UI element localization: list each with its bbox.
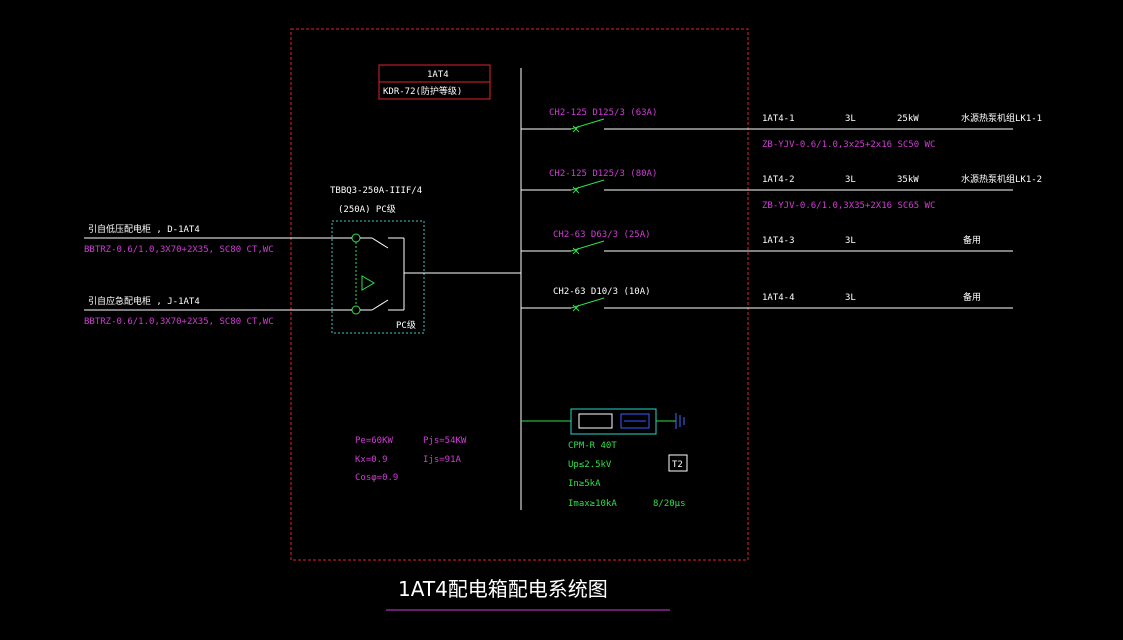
schematic-canvas: 1AT4 KDR-72(防护等级) TBBQ3-250A-IIIF/4 (250… <box>0 0 1123 640</box>
breaker-label: CH2-125 D125/3 (80A) <box>549 169 657 179</box>
circuit-id: 1AT4-1 <box>762 114 795 124</box>
spd-wave: 8/20μs <box>653 499 686 509</box>
breaker-label: CH2-63 D10/3 (10A) <box>553 287 651 297</box>
circuit-power: 35kW <box>897 175 919 185</box>
panel-model: KDR-72(防护等级) <box>383 85 462 97</box>
circuit-load: 备用 <box>963 291 981 303</box>
spd-up: Up≤2.5kV <box>568 460 612 470</box>
incoming-cable: BBTRZ-0.6/1.0,3X70+2X35, SC80 CT,WC <box>84 245 274 255</box>
circuit-phase: 3L <box>845 293 856 303</box>
circuit-cable: ZB-YJV-0.6/1.0,3X35+2X16 SC65 WC <box>762 201 935 211</box>
incoming-source: 引自应急配电柜 , J-1AT4 <box>88 295 200 307</box>
load-cos: Cosφ=0.9 <box>355 473 398 483</box>
load-pe: Pe=60KW <box>355 436 394 446</box>
spd-class: T2 <box>672 460 683 470</box>
load-pjs: Pjs=54KW <box>423 436 467 446</box>
load-ijs: Ijs=91A <box>423 455 462 465</box>
ats-box-label: PC级 <box>396 319 416 331</box>
circuit-phase: 3L <box>845 236 856 246</box>
incoming-cable: BBTRZ-0.6/1.0,3X70+2X35, SC80 CT,WC <box>84 317 274 327</box>
load-kx: Kx=0.9 <box>355 455 388 465</box>
circuit-id: 1AT4-3 <box>762 236 795 246</box>
circuit-cable: ZB-YJV-0.6/1.0,3x25+2x16 SC50 WC <box>762 140 935 150</box>
spd-imax: Imax≥10kA <box>568 499 617 509</box>
diagram-title: 1AT4配电箱配电系统图 <box>398 577 608 601</box>
incoming-source: 引自低压配电柜 , D-1AT4 <box>88 223 200 235</box>
circuit-id: 1AT4-2 <box>762 175 795 185</box>
breaker-label: CH2-63 D63/3 (25A) <box>553 230 651 240</box>
circuit-load: 水源热泵机组LK1-1 <box>961 112 1042 124</box>
circuit-load: 备用 <box>963 234 981 246</box>
panel-name: 1AT4 <box>427 70 449 80</box>
ats-rating: (250A) PC级 <box>338 203 396 215</box>
circuit-load: 水源热泵机组LK1-2 <box>961 173 1042 185</box>
spd-in: In≥5kA <box>568 479 601 489</box>
breaker-label: CH2-125 D125/3 (63A) <box>549 108 657 118</box>
circuit-phase: 3L <box>845 114 856 124</box>
circuit-power: 25kW <box>897 114 919 124</box>
circuit-id: 1AT4-4 <box>762 293 795 303</box>
spd-model: CPM-R 40T <box>568 441 617 451</box>
ats-model: TBBQ3-250A-IIIF/4 <box>330 186 422 196</box>
circuit-phase: 3L <box>845 175 856 185</box>
